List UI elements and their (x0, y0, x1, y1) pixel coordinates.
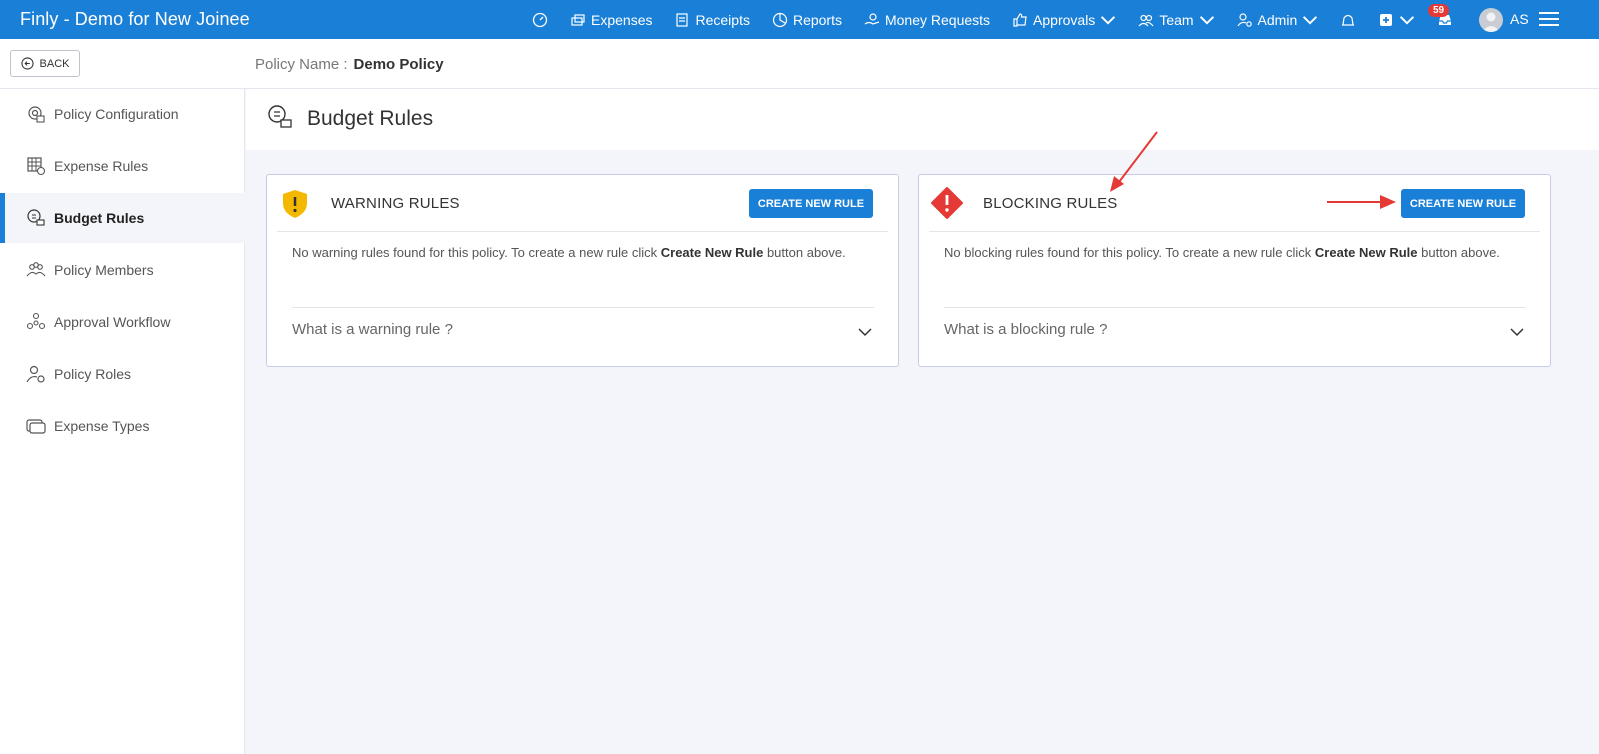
sidebar-item-approval-workflow[interactable]: Approval Workflow (0, 297, 245, 347)
top-navbar: Finly - Demo for New Joinee Expenses Rec… (0, 0, 1599, 39)
create-warning-rule-button[interactable]: CREATE NEW RULE (749, 189, 873, 218)
blocking-diamond-icon (931, 187, 963, 219)
reports-icon (772, 12, 788, 27)
main-nav: Expenses Receipts Reports Money Requests… (532, 0, 1475, 39)
sidebar-item-policy-configuration[interactable]: Policy Configuration (0, 89, 245, 139)
blocking-rule-faq[interactable]: What is a blocking rule ? (944, 321, 1107, 338)
blocking-rules-title: BLOCKING RULES (983, 195, 1118, 212)
approval-workflow-icon (26, 312, 46, 330)
policy-name-value: Demo Policy (353, 56, 444, 73)
policy-configuration-icon (28, 106, 45, 123)
sidebar-item-label: Policy Configuration (54, 106, 179, 122)
nav-expenses[interactable]: Expenses (570, 12, 652, 28)
sidebar-item-label: Expense Types (54, 418, 150, 434)
nav-expenses-label: Expenses (591, 11, 653, 28)
sidebar-item-budget-rules[interactable]: Budget Rules (0, 193, 245, 243)
nav-dashboard[interactable] (532, 12, 548, 28)
nav-announcements[interactable] (1340, 12, 1356, 28)
warning-rules-title: WARNING RULES (331, 195, 460, 212)
chevron-down-icon (1101, 15, 1116, 25)
blocking-rules-header: BLOCKING RULES CREATE NEW RULE (929, 175, 1540, 232)
policy-sidebar: Policy Configuration Expense Rules Budge… (0, 89, 245, 754)
user-avatar-icon (1482, 12, 1500, 32)
warning-msg-bold: Create New Rule (660, 245, 764, 260)
avatar[interactable] (1479, 8, 1503, 32)
admin-icon (1237, 12, 1252, 27)
policy-name: Policy Name : Demo Policy (255, 56, 444, 73)
warning-empty-message: No warning rules found for this policy. … (292, 243, 862, 263)
chevron-down-icon[interactable] (858, 325, 872, 339)
expenses-icon (571, 13, 585, 26)
team-icon (1138, 14, 1154, 26)
nav-receipts-label: Receipts (695, 11, 750, 28)
warning-shield-icon (283, 190, 307, 218)
policy-roles-icon (26, 365, 45, 383)
blocking-msg-after: button above. (1417, 245, 1500, 260)
sidebar-item-label: Approval Workflow (54, 314, 171, 330)
nav-reports-label: Reports (792, 11, 842, 28)
nav-receipts[interactable]: Receipts (674, 11, 750, 28)
sidebar-item-expense-rules[interactable]: Expense Rules (0, 141, 245, 191)
annotation-arrow-icon (1110, 131, 1158, 192)
nav-admin[interactable]: Admin (1237, 12, 1319, 28)
nav-approvals-label: Approvals (1033, 11, 1096, 28)
blocking-msg-before: No blocking rules found for this policy.… (944, 245, 1315, 260)
nav-admin-label: Admin (1257, 11, 1298, 28)
bell-icon (1342, 14, 1355, 26)
warning-rules-card: WARNING RULES CREATE NEW RULE No warning… (266, 174, 899, 367)
blocking-empty-message: No blocking rules found for this policy.… (944, 243, 1514, 263)
nav-money-requests[interactable]: Money Requests (864, 12, 990, 28)
money-requests-icon (864, 12, 880, 25)
user-initials[interactable]: AS (1510, 11, 1529, 27)
nav-team-label: Team (1159, 11, 1194, 28)
sidebar-item-label: Expense Rules (54, 158, 149, 174)
approvals-icon (1013, 12, 1027, 27)
warning-msg-after: button above. (763, 245, 846, 260)
policy-members-icon (26, 262, 46, 277)
blocking-msg-bold: Create New Rule (1314, 245, 1418, 260)
divider (944, 307, 1526, 308)
budget-rules-icon (268, 105, 292, 128)
create-blocking-rule-button[interactable]: CREATE NEW RULE (1401, 189, 1525, 218)
sidebar-item-policy-roles[interactable]: Policy Roles (0, 349, 245, 399)
back-button[interactable]: BACK (10, 50, 80, 77)
sidebar-item-expense-types[interactable]: Expense Types (0, 401, 245, 451)
sidebar-item-label: Budget Rules (54, 210, 145, 226)
dashboard-icon (532, 12, 548, 27)
nav-add-new[interactable] (1378, 12, 1415, 28)
sidebar-item-label: Policy Roles (54, 366, 132, 382)
sidebar-item-policy-members[interactable]: Policy Members (0, 245, 245, 295)
policy-name-label: Policy Name : (255, 56, 348, 73)
nav-approvals[interactable]: Approvals (1012, 12, 1116, 28)
warning-rule-faq[interactable]: What is a warning rule ? (292, 321, 453, 338)
annotation-arrow-icon (1327, 195, 1396, 209)
page-title: Budget Rules (307, 107, 434, 130)
warning-msg-before: No warning rules found for this policy. … (292, 245, 661, 260)
sidebar-item-label: Policy Members (54, 262, 154, 278)
nav-team[interactable]: Team (1138, 12, 1214, 28)
budget-rules-icon (27, 209, 45, 226)
policy-header-bar: BACK Policy Name : Demo Policy (0, 39, 1599, 89)
chevron-down-icon (1303, 15, 1318, 25)
nav-money-requests-label: Money Requests (884, 11, 991, 28)
back-arrow-icon (20, 57, 34, 70)
hamburger-menu-icon[interactable] (1538, 11, 1560, 27)
expense-types-icon (26, 419, 46, 434)
blocking-rules-card: BLOCKING RULES CREATE NEW RULE No blocki… (918, 174, 1551, 367)
receipts-icon (676, 12, 689, 27)
chevron-down-icon (1400, 15, 1415, 25)
inbox-count-badge: 59 (1428, 4, 1450, 17)
chevron-down-icon (1199, 15, 1214, 25)
divider (292, 307, 874, 308)
page-header: Budget Rules (246, 89, 1599, 150)
nav-reports[interactable]: Reports (772, 12, 842, 28)
app-title[interactable]: Finly - Demo for New Joinee (20, 9, 250, 30)
warning-rules-header: WARNING RULES CREATE NEW RULE (277, 175, 888, 232)
back-button-label: BACK (39, 57, 70, 70)
chevron-down-icon[interactable] (1510, 325, 1524, 339)
expense-rules-icon (27, 157, 46, 176)
plus-square-icon (1380, 13, 1393, 26)
